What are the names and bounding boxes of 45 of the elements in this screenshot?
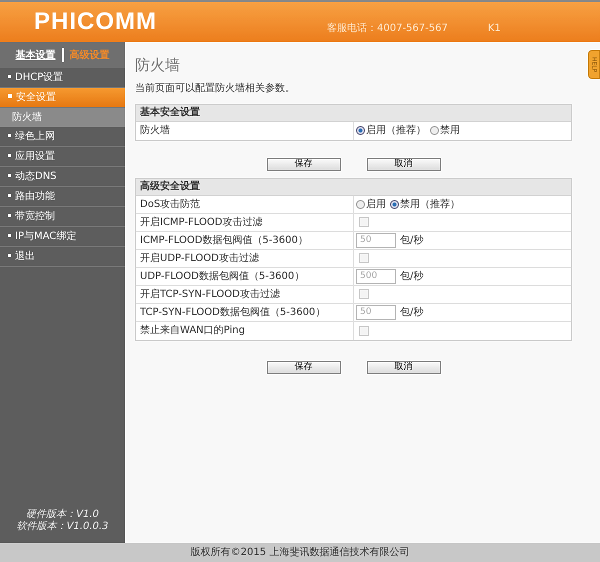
unit-label: 包/秒 <box>400 270 424 284</box>
sidebar-subitem[interactable]: 防火墙 <box>0 108 125 127</box>
bullet-icon <box>8 174 11 177</box>
section-header: 高级安全设置 <box>136 178 571 196</box>
setting-label: 开启TCP-SYN-FLOOD攻击过滤 <box>136 286 354 302</box>
setting-label: DoS攻击防范 <box>136 196 354 212</box>
setting-label: 开启ICMP-FLOOD攻击过滤 <box>136 214 354 230</box>
form-button[interactable]: 取消 <box>366 158 440 170</box>
setting-label: TCP-SYN-FLOOD数据包阀值（5-3600） <box>136 304 354 320</box>
radio-label: 禁用（推荐） <box>400 198 460 212</box>
setting-label: ICMP-FLOOD数据包阀值（5-3600） <box>136 232 354 248</box>
copyright-text: 版权所有©2015 上海斐讯数据通信技术有限公司 <box>190 546 410 560</box>
form-button[interactable]: 保存 <box>266 158 340 170</box>
section-header: 基本安全设置 <box>136 104 571 122</box>
unit-label: 包/秒 <box>400 234 424 248</box>
version-text: 软件版本：V1.0.0.3 <box>16 521 110 533</box>
bullet-icon <box>8 134 11 137</box>
bullet-icon <box>8 94 12 98</box>
bullet-icon <box>8 254 11 257</box>
radio-label: 禁用 <box>440 124 460 138</box>
radio-label: 启用（推荐） <box>366 124 426 138</box>
setting-label: 开启UDP-FLOOD攻击过滤 <box>136 250 354 266</box>
bullet-icon <box>8 214 11 217</box>
radio-button[interactable] <box>356 126 365 135</box>
form-button[interactable]: 保存 <box>266 360 340 374</box>
page-description: 当前页面可以配置防火墙相关参数。 <box>135 82 296 96</box>
radio-button[interactable] <box>390 200 399 208</box>
setting-label: 禁止来自WAN口的Ping <box>136 322 354 340</box>
form-button[interactable]: 取消 <box>366 360 440 374</box>
version-text: 硬件版本：V1.0 <box>25 509 100 520</box>
bullet-icon <box>8 74 11 78</box>
unit-label: 包/秒 <box>400 306 424 320</box>
radio-button[interactable] <box>430 126 439 135</box>
logo: PHICOMM <box>34 10 157 34</box>
page-title: 防火墙 <box>135 55 181 76</box>
model-text: K1 <box>488 22 501 36</box>
bullet-icon <box>8 234 11 237</box>
nav-tab[interactable]: 基本设置 <box>16 48 56 62</box>
bullet-icon <box>8 194 11 197</box>
radio-label: 启用 <box>366 198 386 212</box>
radio-button[interactable] <box>356 200 365 208</box>
bullet-icon <box>8 154 11 157</box>
setting-label: UDP-FLOOD数据包阀值（5-3600） <box>136 268 354 284</box>
hotline-text: 客服电话：4007-567-567 <box>327 22 448 36</box>
setting-label: 防火墙 <box>136 122 354 140</box>
